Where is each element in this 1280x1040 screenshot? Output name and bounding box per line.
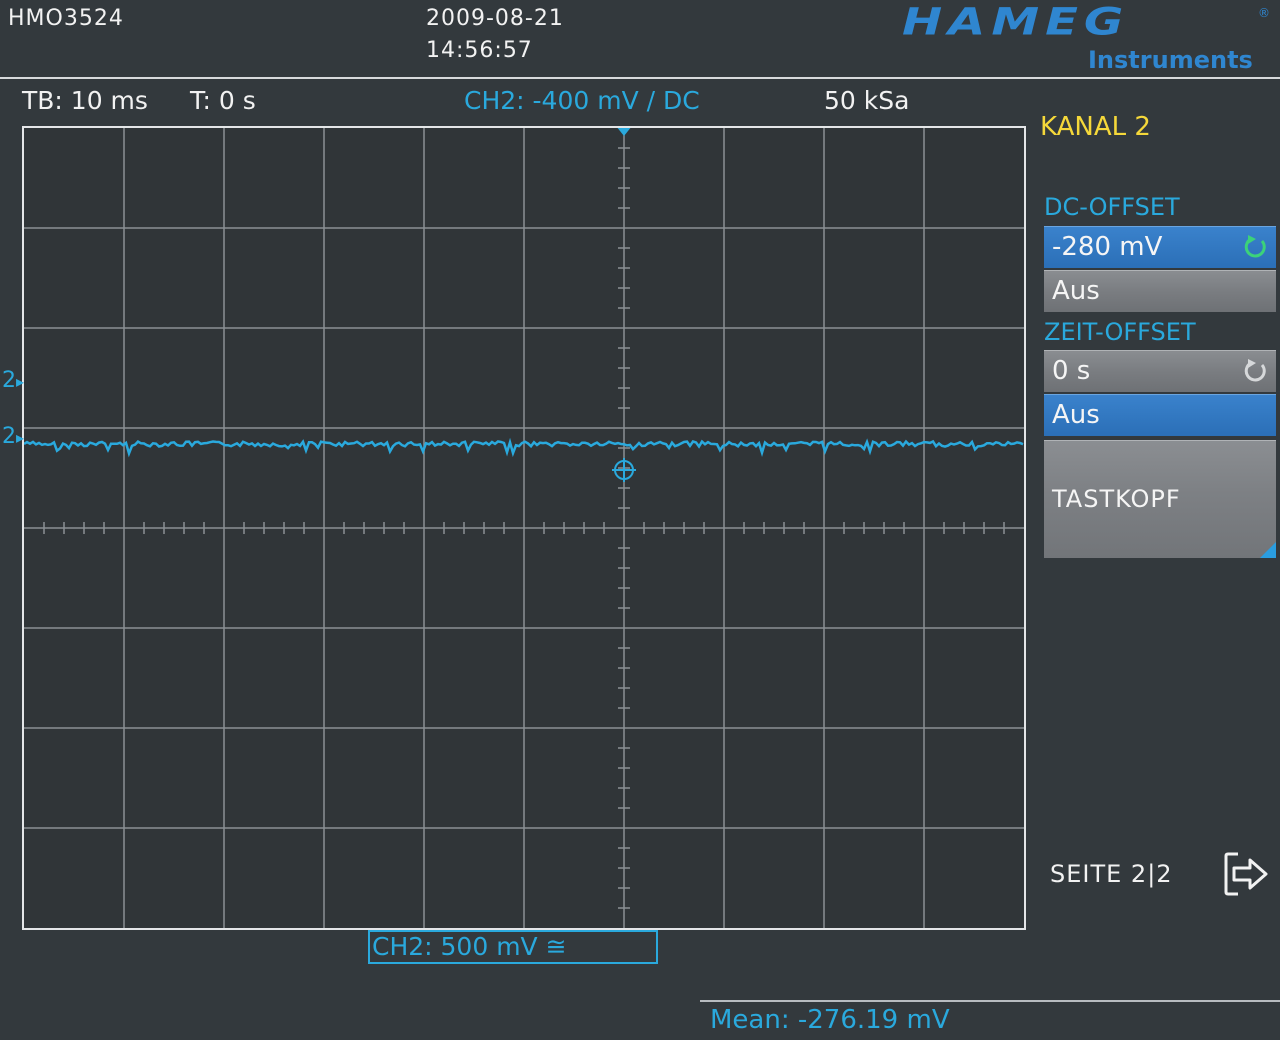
channel-info-label[interactable]: CH2: -400 mV / DC [464, 86, 700, 115]
dc-offset-value-button[interactable]: -280 mV [1044, 226, 1276, 268]
logo-subtitle: Instruments [1088, 46, 1253, 74]
probe-button[interactable]: TASTKOPF [1044, 440, 1276, 558]
header-divider [0, 77, 1280, 79]
waveform-screen[interactable] [22, 126, 1026, 930]
submenu-corner-icon [1260, 542, 1276, 558]
page-indicator[interactable]: SEITE 2|2 [1050, 860, 1173, 888]
time-offset-off-button[interactable]: Aus [1044, 394, 1276, 436]
instrument-model: HMO3524 [8, 6, 124, 31]
rotary-knob-icon [1244, 235, 1266, 258]
date-display: 2009-08-21 [426, 6, 564, 31]
measurement-divider [700, 1000, 1280, 1002]
ch2-offset-marker-label: 2 [2, 368, 16, 393]
ch2-offset-marker[interactable]: 2▸ [2, 368, 24, 393]
sample-rate-label: 50 kSa [824, 86, 910, 115]
timebase-label[interactable]: TB: 10 ms [22, 86, 148, 115]
time-display: 14:56:57 [426, 38, 533, 63]
trigger-position-icon [612, 458, 636, 482]
dc-offset-label: DC-OFFSET [1044, 193, 1180, 221]
dc-offset-value: -280 mV [1052, 232, 1163, 262]
ch2-ground-marker[interactable]: 2▸ [2, 424, 24, 449]
exit-menu-icon[interactable] [1222, 850, 1270, 898]
ch2-ground-marker-label: 2 [2, 424, 16, 449]
registered-mark: ® [1258, 6, 1270, 20]
probe-button-label: TASTKOPF [1052, 485, 1181, 513]
dc-offset-off-button[interactable]: Aus [1044, 270, 1276, 312]
hameg-logo: HAMEG [902, 0, 1130, 44]
time-offset-value: 0 s [1052, 356, 1091, 386]
menu-title: KANAL 2 [1040, 112, 1151, 142]
time-offset-label: ZEIT-OFFSET [1044, 318, 1196, 346]
rotary-knob-icon [1244, 359, 1266, 382]
trigger-marker-icon [616, 126, 632, 136]
mean-measurement: Mean: -276.19 mV [710, 1005, 950, 1035]
graticule [23, 126, 1024, 928]
time-offset-value-button[interactable]: 0 s [1044, 350, 1276, 392]
trigger-time-label[interactable]: T: 0 s [190, 86, 256, 115]
ch2-scale-box[interactable]: CH2: 500 mV ≅ [368, 930, 658, 964]
